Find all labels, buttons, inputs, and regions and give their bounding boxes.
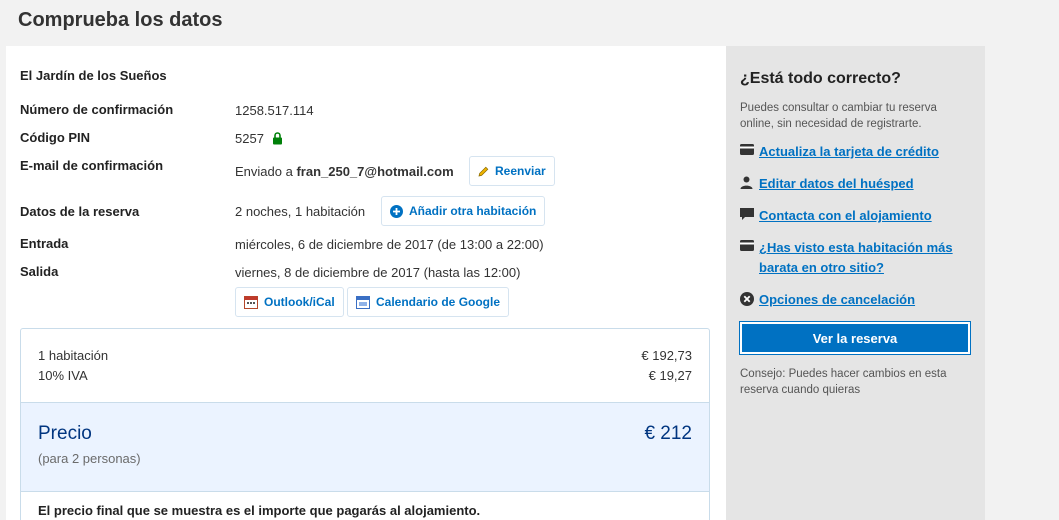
cheaper-room-link[interactable]: ¿Has visto esta habitación más barata en… bbox=[759, 238, 974, 278]
vat-amount: € 19,27 bbox=[648, 368, 692, 383]
sidebar-title: ¿Está todo correcto? bbox=[740, 70, 901, 87]
credit-card-icon bbox=[740, 240, 754, 251]
room-price-amount: € 192,73 bbox=[641, 348, 692, 363]
resend-button[interactable]: Reenviar bbox=[469, 156, 555, 186]
hotel-name: El Jardín de los Sueños bbox=[20, 68, 167, 83]
credit-card-icon bbox=[740, 144, 754, 155]
confirmation-value: 1258.517.114 bbox=[235, 103, 314, 118]
room-price-label: 1 habitación bbox=[38, 348, 109, 363]
price-total-block: Precio € 212 (para 2 personas) bbox=[21, 402, 709, 492]
price-note: El precio final que se muestra es el imp… bbox=[38, 503, 481, 518]
plus-circle-icon bbox=[390, 204, 403, 218]
outlook-calendar-button[interactable]: Outlook/iCal bbox=[235, 287, 344, 317]
price-summary: 1 habitación € 192,73 10% IVA € 19,27 Pr… bbox=[20, 328, 710, 520]
edit-guest-link[interactable]: Editar datos del huésped bbox=[759, 174, 974, 194]
calendar-icon bbox=[244, 295, 258, 309]
booking-panel: El Jardín de los Sueños Número de confir… bbox=[6, 46, 726, 520]
details-label: Datos de la reserva bbox=[20, 204, 140, 219]
update-card-link[interactable]: Actualiza la tarjeta de crédito bbox=[759, 142, 974, 162]
checkout-value: viernes, 8 de diciembre de 2017 (hasta l… bbox=[235, 265, 521, 280]
cancel-options-link-row[interactable]: Opciones de cancelación bbox=[740, 290, 974, 310]
cancel-icon bbox=[740, 292, 754, 306]
chat-icon bbox=[740, 208, 754, 221]
pin-value-wrap: 5257 bbox=[235, 131, 283, 148]
view-booking-button[interactable]: Ver la reserva bbox=[739, 321, 971, 355]
email-label: E-mail de confirmación bbox=[20, 158, 164, 173]
sidebar-description: Puedes consultar o cambiar tu reserva on… bbox=[740, 102, 937, 130]
pin-value: 5257 bbox=[235, 131, 264, 146]
outlook-label: Outlook/iCal bbox=[264, 295, 335, 309]
email-address: fran_250_7@hotmail.com bbox=[296, 164, 454, 179]
cheaper-link-row[interactable]: ¿Has visto esta habitación más barata en… bbox=[740, 238, 974, 278]
email-value-wrap: Enviado a fran_250_7@hotmail.com bbox=[235, 164, 454, 179]
google-calendar-button[interactable]: Calendario de Google bbox=[347, 287, 510, 317]
google-label: Calendario de Google bbox=[376, 295, 501, 309]
resend-label: Reenviar bbox=[495, 164, 546, 178]
checkin-label: Entrada bbox=[20, 236, 69, 251]
checkin-value: miércoles, 6 de diciembre de 2017 (de 13… bbox=[235, 237, 544, 252]
cancel-options-link[interactable]: Opciones de cancelación bbox=[759, 290, 974, 310]
email-prefix: Enviado a bbox=[235, 164, 293, 179]
page-title: Comprueba los datos bbox=[18, 9, 223, 31]
add-room-label: Añadir otra habitación bbox=[409, 204, 537, 218]
google-calendar-icon bbox=[356, 295, 370, 309]
sidebar-tip: Consejo: Puedes hacer cambios en esta re… bbox=[740, 368, 947, 396]
total-price-persons: (para 2 personas) bbox=[38, 451, 141, 466]
add-room-button[interactable]: Añadir otra habitación bbox=[381, 196, 546, 226]
lock-icon bbox=[272, 132, 283, 148]
contact-property-link[interactable]: Contacta con el alojamiento bbox=[759, 206, 974, 226]
total-price-label: Precio bbox=[38, 423, 92, 444]
confirmation-label: Número de confirmación bbox=[20, 102, 174, 117]
edit-guest-link-row[interactable]: Editar datos del huésped bbox=[740, 174, 974, 194]
vat-label: 10% IVA bbox=[38, 368, 88, 383]
sidebar: ¿Está todo correcto? Puedes consultar o … bbox=[726, 46, 985, 520]
total-price-amount: € 212 bbox=[644, 423, 692, 444]
pencil-icon bbox=[478, 166, 489, 177]
contact-property-link-row[interactable]: Contacta con el alojamiento bbox=[740, 206, 974, 226]
pin-label: Código PIN bbox=[20, 130, 91, 145]
person-icon bbox=[740, 176, 754, 189]
details-value: 2 noches, 1 habitación bbox=[235, 204, 366, 219]
checkout-label: Salida bbox=[20, 264, 59, 279]
update-card-link-row[interactable]: Actualiza la tarjeta de crédito bbox=[740, 142, 974, 162]
